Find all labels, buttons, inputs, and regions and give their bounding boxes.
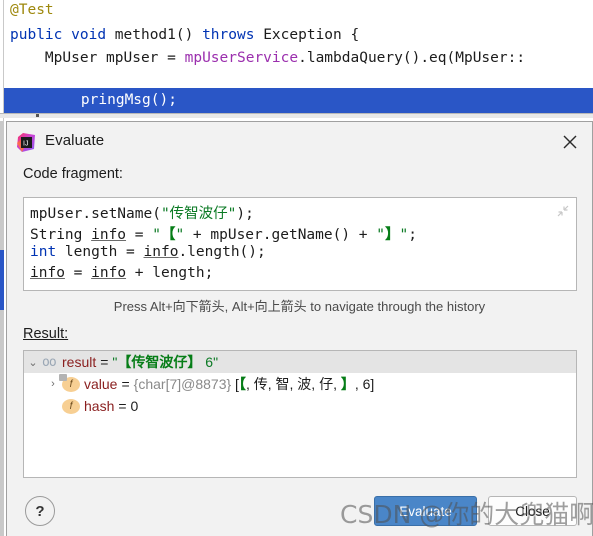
code-fragment-line: mpUser.setName("传智波仔"); [30,202,254,223]
value-token: 6 [201,354,214,370]
code-token: String [30,227,92,243]
chevron-down-icon[interactable]: ⌄ [24,356,42,369]
code-token: method1() [106,27,203,43]
editor-highlighted-line: pringMsg(); [4,88,593,113]
result-variable-name: result [62,354,97,370]
code-token: 【 [160,227,176,243]
code-token: = [126,227,153,243]
code-token: public [10,27,63,43]
editor-code-line: public void method1() throws Exception { [10,27,360,43]
code-fragment-input[interactable]: mpUser.setName("传智波仔"); String info = "【… [23,197,577,291]
evaluate-button[interactable]: Evaluate [374,496,477,526]
code-editor-background: @Test public void method1() throws Excep… [0,0,593,130]
code-token: "传智波仔" [160,206,237,222]
equals-sign: = [121,376,130,392]
svg-text:IJ: IJ [23,141,28,148]
code-token: " [175,227,185,243]
code-fragment-label: Code fragment: [23,166,123,182]
code-token: info [91,265,127,281]
code-token: throws [202,27,255,43]
code-token: mpUser.setName( [30,206,161,222]
code-token: void [71,27,107,43]
value-token: , 传, 智, 波, 仔, [245,376,341,392]
editor-bottom-strip [0,113,593,118]
history-navigation-hint: Press Alt+向下箭头, Alt+向上箭头 to navigate thr… [113,299,486,314]
value-token: , 6] [354,376,375,392]
evaluate-dialog: IJ Evaluate Code fragment: mpUser.setNam… [6,121,593,536]
editor-left-margin-strip [0,121,4,536]
close-icon[interactable] [560,132,580,152]
help-button[interactable]: ? [25,496,55,526]
dialog-footer: ? Evaluate Close [7,488,592,536]
result-variable-name: value [84,376,118,392]
code-fragment-line: info = info + length; [30,265,213,281]
value-token: [ [231,376,239,392]
code-fragment-line: int length = info.length(); [30,244,266,260]
code-token: ; [408,227,417,243]
result-variable-value: 0 [131,398,139,414]
result-tree-row[interactable]: ⌄ oo result = "【传智波仔】 6" [24,351,576,373]
code-token: length = [56,244,144,260]
value-token: 【 [238,376,246,392]
code-token: info [143,244,179,260]
code-token: Exception { [254,27,360,43]
screenshot-root: @Test public void method1() throws Excep… [0,0,593,536]
editor-highlighted-text: pringMsg(); [46,92,177,108]
code-token: .length(); [178,244,266,260]
editor-left-selection-strip [0,250,4,310]
code-token: " [399,227,409,243]
result-tree-row[interactable]: f hash = 0 [24,395,576,417]
value-token: 0 [130,398,139,414]
code-token: info [30,265,65,281]
result-tree-row[interactable]: › f value = {char[7]@8873} [【, 传, 智, 波, 仔, 】… [24,373,576,395]
field-icon: f [62,398,80,414]
value-token: {char[7]@8873} [133,376,232,392]
code-token: .lambdaQuery().eq(MpUser:: [298,50,526,66]
code-token: info [91,227,127,243]
value-token: 【传智波仔】 [117,354,202,370]
intellij-idea-logo-icon: IJ [17,133,36,152]
code-token: 】 [385,227,400,243]
equals-sign: = [100,354,109,370]
code-token: + mpUser.getName() + [184,227,377,243]
result-variable-name: hash [84,398,115,414]
result-tree[interactable]: ⌄ oo result = "【传智波仔】 6" › f value = {char[7]@887… [23,350,577,478]
code-token: " [376,227,385,243]
result-label: Result: [23,326,69,342]
collapse-arrows-icon[interactable] [556,204,570,218]
code-token: + length; [126,265,214,281]
code-token: = [64,265,92,281]
editor-caret-marker [36,114,39,117]
code-token: " [152,227,161,243]
code-token: @Test [10,2,54,18]
equals-sign: = [118,398,127,414]
code-token: mpUserService [184,50,299,66]
code-token: ); [236,206,254,222]
editor-code-line: @Test [10,2,54,18]
result-variable-value: "【传智波仔】 6" [112,352,218,372]
field-icon: f [59,373,80,392]
object-result-icon: oo [42,354,57,370]
code-fragment-line: String info = "【" + mpUser.getName() + "… [30,223,417,244]
value-token: 】 [340,376,355,392]
result-variable-value: {char[7]@8873} [【, 传, 智, 波, 仔, 】, 6] [134,374,375,394]
code-token: MpUser mpUser = [10,50,185,66]
code-token: int [30,244,57,260]
close-button[interactable]: Close [488,496,577,526]
dialog-title: Evaluate [45,132,105,149]
dialog-titlebar: IJ Evaluate [7,122,592,162]
editor-code-line: MpUser mpUser = mpUserService.lambdaQuer… [10,50,526,66]
value-token: " [213,354,219,370]
